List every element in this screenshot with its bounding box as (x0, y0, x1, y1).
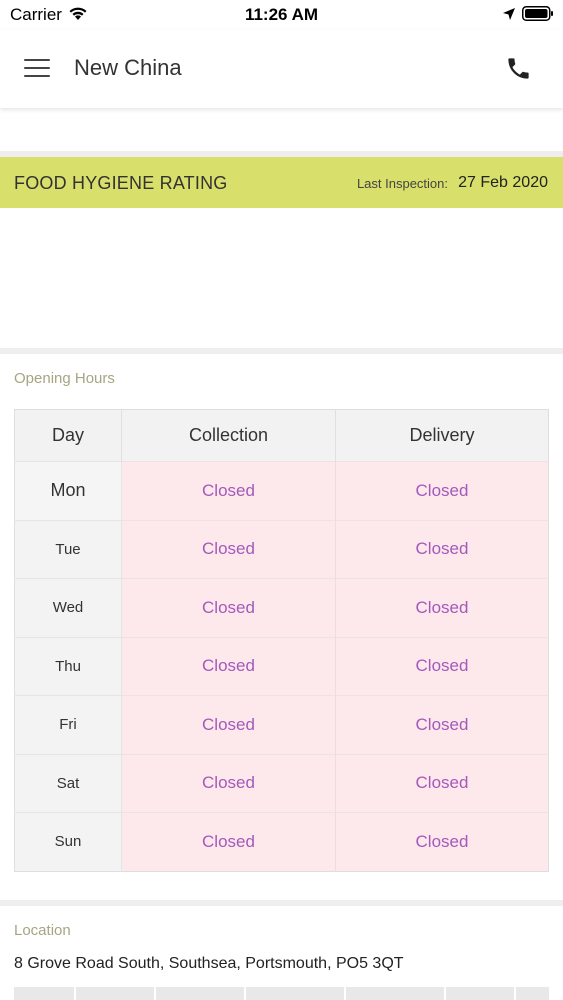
table-row: Tue Closed Closed (14, 519, 549, 579)
table-row: Sun Closed Closed (14, 812, 549, 871)
column-header-delivery: Delivery (335, 409, 549, 462)
table-header-row: Day Collection Delivery (14, 409, 549, 462)
status-bar: Carrier 11:26 AM (0, 0, 563, 30)
phone-icon[interactable] (505, 55, 532, 87)
day-cell: Sat (14, 753, 122, 813)
collection-status: Closed (121, 519, 336, 579)
delivery-status: Closed (335, 695, 549, 754)
day-cell: Fri (14, 695, 122, 754)
day-cell: Sun (14, 812, 122, 871)
battery-icon (522, 6, 554, 26)
menu-icon[interactable] (24, 59, 50, 79)
app-header: New China (0, 30, 563, 108)
column-header-collection: Collection (121, 409, 336, 462)
location-arrow-icon (502, 7, 516, 26)
collection-status: Closed (121, 695, 336, 754)
delivery-status: Closed (335, 461, 549, 520)
opening-hours-label: Opening Hours (14, 370, 115, 387)
location-map[interactable] (14, 987, 549, 1000)
hygiene-rating-banner: FOOD HYGIENE RATING Last Inspection: 27 … (0, 157, 563, 208)
collection-status: Closed (121, 753, 336, 813)
table-row: Sat Closed Closed (14, 753, 549, 813)
day-cell: Mon (14, 461, 122, 520)
collection-status: Closed (121, 578, 336, 637)
hygiene-rating-title: FOOD HYGIENE RATING (14, 173, 228, 193)
location-label: Location (14, 922, 71, 939)
table-row: Mon Closed Closed (14, 461, 549, 520)
delivery-status: Closed (335, 519, 549, 579)
section-divider (0, 348, 563, 354)
page-title: New China (74, 55, 182, 80)
day-cell: Wed (14, 578, 122, 637)
delivery-status: Closed (335, 812, 549, 871)
delivery-status: Closed (335, 578, 549, 637)
delivery-status: Closed (335, 753, 549, 813)
collection-status: Closed (121, 812, 336, 871)
delivery-status: Closed (335, 636, 549, 696)
table-row: Thu Closed Closed (14, 636, 549, 696)
section-divider (0, 900, 563, 906)
last-inspection-label: Last Inspection: (356, 176, 448, 191)
day-cell: Tue (14, 519, 122, 579)
clock: 11:26 AM (244, 5, 319, 24)
table-row: Wed Closed Closed (14, 578, 549, 637)
opening-hours-table: Day Collection Delivery Mon Closed Close… (14, 409, 549, 872)
table-row: Fri Closed Closed (14, 695, 549, 754)
last-inspection-date: 27 Feb 2020 (458, 174, 548, 191)
day-cell: Thu (14, 636, 122, 696)
collection-status: Closed (121, 636, 336, 696)
collection-status: Closed (121, 461, 336, 520)
location-address: 8 Grove Road South, Southsea, Portsmouth… (14, 955, 404, 972)
column-header-day: Day (14, 409, 122, 462)
